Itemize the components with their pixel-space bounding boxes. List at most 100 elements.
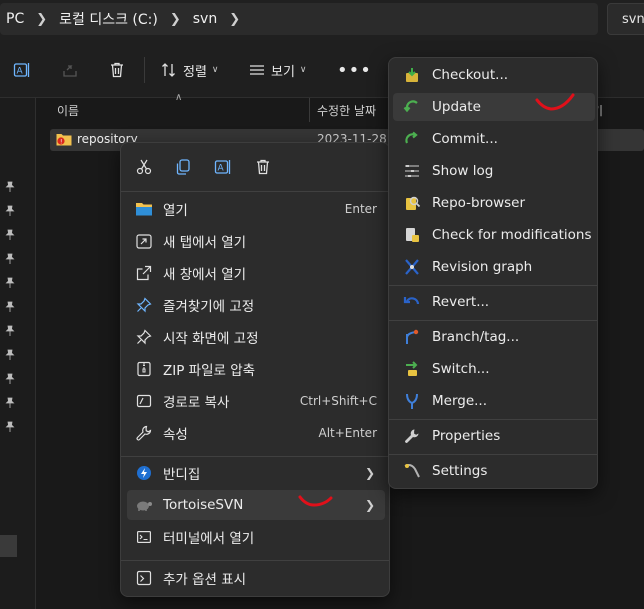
submenu-item-revision-graph[interactable]: Revision graph — [393, 253, 595, 281]
submenu-item-label: Check for modifications — [432, 227, 592, 243]
submenu-item-settings[interactable]: Settings — [393, 457, 595, 485]
pin-icon[interactable] — [4, 205, 16, 217]
menu-item-label: 시작 화면에 고정 — [163, 331, 259, 347]
sort-icon — [162, 63, 175, 77]
pin-icon[interactable] — [4, 349, 16, 361]
submenu-item-show-log[interactable]: Show log — [393, 157, 595, 185]
search-text: svn — [622, 11, 644, 27]
pin-icon[interactable] — [4, 181, 16, 193]
submenu-item-check-modifications[interactable]: Check for modifications — [393, 221, 595, 249]
update-icon — [403, 98, 421, 116]
menu-item-open-new-window[interactable]: 새 창에서 열기 — [127, 258, 385, 288]
menu-item-bandizip[interactable]: 반디집 ❯ — [127, 458, 385, 488]
chevron-right-icon[interactable]: ❯ — [229, 12, 240, 27]
submenu-item-update[interactable]: Update — [393, 93, 595, 121]
menu-divider — [121, 560, 389, 561]
menu-item-copy-path[interactable]: 경로로 복사 Ctrl+Shift+C — [127, 386, 385, 416]
sort-up-icon: ∧ — [175, 92, 183, 103]
pin-icon[interactable] — [4, 421, 16, 433]
submenu-item-label: Merge... — [432, 393, 488, 409]
submenu-item-label: Revision graph — [432, 259, 533, 275]
tortoise-icon — [135, 496, 153, 514]
menu-divider — [389, 320, 597, 321]
more-button[interactable]: ••• — [337, 60, 372, 81]
delete-icon[interactable] — [107, 60, 127, 80]
submenu-item-revert[interactable]: Revert... — [393, 288, 595, 316]
submenu-item-checkout[interactable]: Checkout... — [393, 61, 595, 89]
submenu-item-repo-browser[interactable]: Repo-browser — [393, 189, 595, 217]
terminal-icon — [135, 528, 153, 546]
menu-item-open-new-tab[interactable]: 새 탭에서 열기 — [127, 226, 385, 256]
menu-item-open[interactable]: 열기 Enter — [127, 194, 385, 224]
breadcrumb-local-disk[interactable]: 로컬 디스크 (C:) — [59, 9, 158, 29]
menu-item-properties[interactable]: 속성 Alt+Enter — [127, 418, 385, 448]
submenu-item-label: Switch... — [432, 361, 490, 377]
menu-item-tortoisesvn[interactable]: TortoiseSVN ❯ — [127, 490, 385, 520]
tortoisesvn-submenu: Checkout... Update Commit... Show log Re… — [388, 57, 598, 489]
submenu-item-switch[interactable]: Switch... — [393, 355, 595, 383]
submenu-item-label: Checkout... — [432, 67, 509, 83]
menu-item-label: 새 탭에서 열기 — [163, 235, 247, 251]
submenu-item-label: Revert... — [432, 294, 490, 310]
cut-icon[interactable] — [134, 157, 154, 177]
delete-icon[interactable] — [253, 157, 273, 177]
pin-icon[interactable] — [4, 373, 16, 385]
menu-item-label: 열기 — [163, 203, 188, 219]
submenu-item-branch-tag[interactable]: Branch/tag... — [393, 323, 595, 351]
rename-icon[interactable]: A — [12, 60, 32, 80]
pin-icon[interactable] — [4, 325, 16, 337]
breadcrumb-pc[interactable]: PC — [6, 11, 24, 27]
column-modified[interactable]: 수정한 날짜 — [317, 102, 376, 119]
submenu-item-label: Update — [432, 99, 481, 115]
chevron-right-icon: ❯ — [169, 11, 181, 27]
copy-icon[interactable] — [173, 157, 193, 177]
navigation-pane — [0, 98, 36, 609]
menu-item-shortcut: Ctrl+Shift+C — [299, 394, 377, 408]
menu-item-label: 추가 옵션 표시 — [163, 572, 247, 588]
pin-icon[interactable] — [4, 277, 16, 289]
revert-icon — [403, 293, 421, 311]
svg-text:!: ! — [60, 138, 62, 145]
share-icon[interactable] — [60, 60, 80, 80]
pin-icon[interactable] — [4, 397, 16, 409]
menu-item-open-terminal[interactable]: 터미널에서 열기 — [127, 522, 385, 552]
view-button[interactable]: 보기 ∨ — [248, 60, 307, 80]
rename-icon[interactable]: A — [213, 157, 233, 177]
branch-icon — [403, 328, 421, 346]
search-input[interactable]: svn — [607, 3, 644, 35]
submenu-item-label: Settings — [432, 463, 488, 479]
submenu-item-label: Properties — [432, 428, 501, 444]
menu-item-pin-start[interactable]: 시작 화면에 고정 — [127, 322, 385, 352]
svg-text:A: A — [218, 164, 225, 174]
submenu-item-commit[interactable]: Commit... — [393, 125, 595, 153]
breadcrumb[interactable]: PC ❯ 로컬 디스크 (C:) ❯ svn ❯ — [0, 3, 598, 35]
menu-item-shortcut: Alt+Enter — [318, 426, 377, 440]
column-divider[interactable] — [309, 98, 310, 122]
chevron-right-icon: ❯ — [36, 11, 48, 27]
submenu-item-merge[interactable]: Merge... — [393, 387, 595, 415]
svn-folder-icon: ! — [56, 134, 72, 146]
new-tab-icon — [135, 232, 153, 250]
submenu-item-label: Branch/tag... — [432, 329, 520, 345]
nav-selected-item[interactable] — [0, 535, 17, 557]
submenu-item-label: Show log — [432, 163, 494, 179]
menu-item-compress-zip[interactable]: ZIP 파일로 압축 — [127, 354, 385, 384]
column-name[interactable]: 이름 — [57, 102, 79, 119]
pin-icon[interactable] — [4, 253, 16, 265]
log-icon — [403, 162, 421, 180]
submenu-item-properties[interactable]: Properties — [393, 422, 595, 450]
breadcrumb-svn[interactable]: svn — [193, 11, 217, 27]
menu-item-pin-quick-access[interactable]: 즐겨찾기에 고정 — [127, 290, 385, 320]
chevron-down-icon: ∨ — [211, 65, 219, 75]
settings-icon — [403, 462, 421, 480]
new-window-icon — [135, 264, 153, 282]
merge-icon — [403, 392, 421, 410]
pin-icon[interactable] — [4, 229, 16, 241]
menu-item-more-options[interactable]: 추가 옵션 표시 — [127, 563, 385, 593]
pin-icon[interactable] — [4, 301, 16, 313]
check-mods-icon — [403, 226, 421, 244]
repo-browser-icon — [403, 194, 421, 212]
menu-divider — [389, 285, 597, 286]
sort-button[interactable]: 정렬 ∨ — [160, 60, 219, 80]
zip-icon — [135, 360, 153, 378]
